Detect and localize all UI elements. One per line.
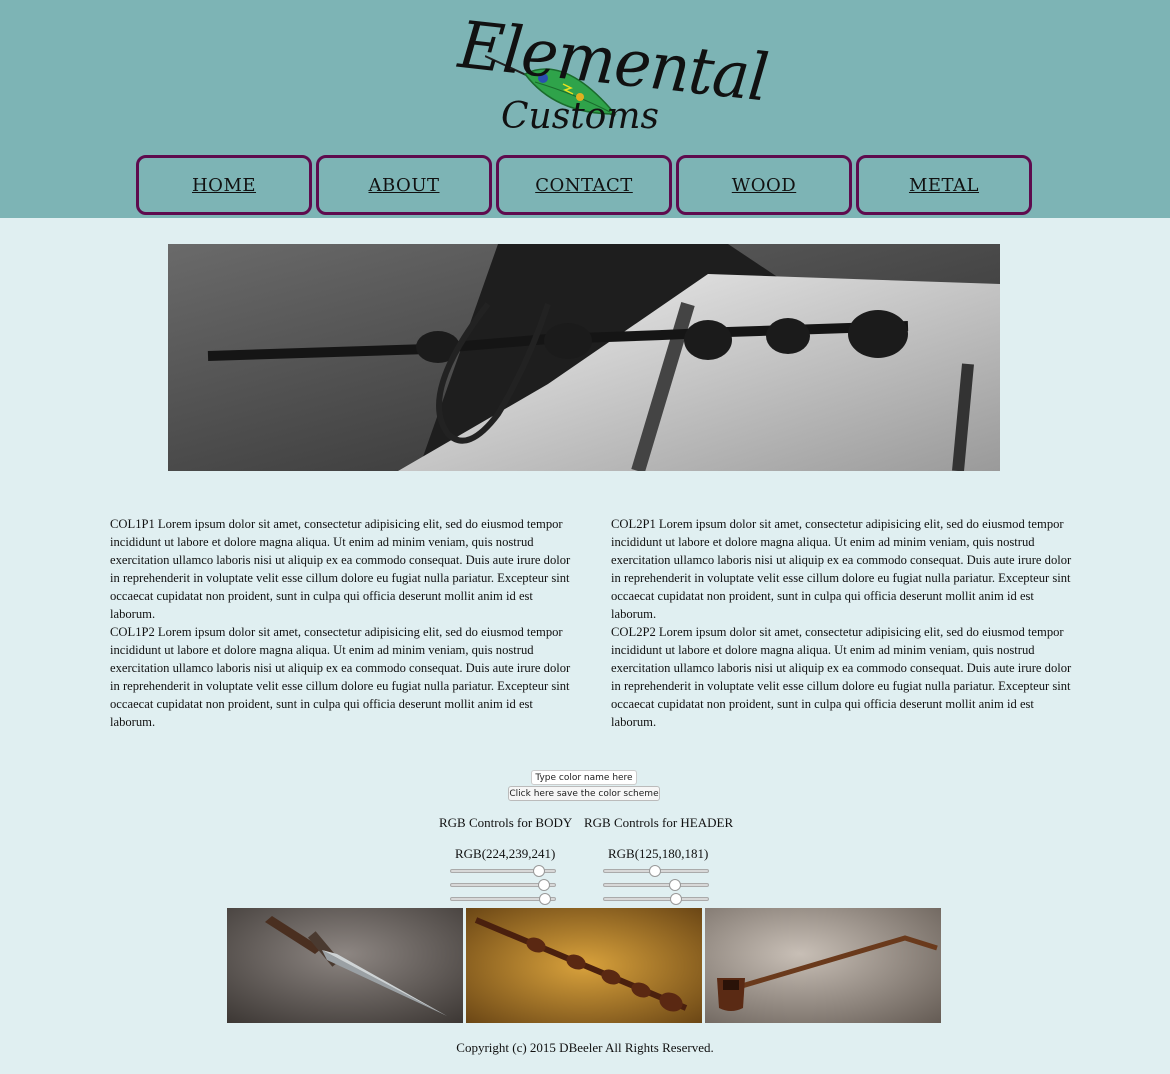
- body-green-slider[interactable]: [450, 879, 556, 891]
- nav-home[interactable]: HOME: [136, 155, 312, 215]
- slider-thumb[interactable]: [669, 879, 682, 891]
- nav-about-label[interactable]: ABOUT: [369, 175, 440, 196]
- body-blue-slider[interactable]: [450, 893, 556, 905]
- main-nav: HOME ABOUT CONTACT WOOD METAL: [136, 155, 1034, 215]
- gallery-item-wand[interactable]: [466, 908, 702, 1023]
- nav-contact-label[interactable]: CONTACT: [535, 175, 633, 196]
- header-blue-slider[interactable]: [603, 893, 709, 905]
- nav-metal[interactable]: METAL: [856, 155, 1032, 215]
- pipe-photo: [705, 908, 941, 1023]
- col1-paragraph-2: COL1P2 Lorem ipsum dolor sit amet, conse…: [110, 625, 571, 729]
- column-2: COL2P1 Lorem ipsum dolor sit amet, conse…: [611, 515, 1081, 731]
- gallery-item-knife[interactable]: [227, 908, 463, 1023]
- slider-track: [603, 897, 709, 901]
- site-header: Elemental Customs HOME ABOUT CONTACT WOO…: [0, 0, 1170, 218]
- column-1: COL1P1 Lorem ipsum dolor sit amet, conse…: [110, 515, 580, 731]
- header-rgb-label: RGB(125,180,181): [608, 846, 709, 861]
- product-gallery: [227, 908, 941, 1023]
- slider-thumb[interactable]: [649, 865, 662, 877]
- slider-thumb[interactable]: [538, 879, 551, 891]
- slider-thumb[interactable]: [538, 893, 551, 905]
- nav-wood[interactable]: WOOD: [676, 155, 852, 215]
- footer-copyright: Copyright (c) 2015 DBeeler All Rights Re…: [456, 1040, 714, 1055]
- col2-paragraph-2: COL2P2 Lorem ipsum dolor sit amet, conse…: [611, 625, 1072, 729]
- nav-metal-label[interactable]: METAL: [909, 175, 979, 196]
- slider-thumb[interactable]: [669, 893, 682, 905]
- col1-paragraph-1: COL1P1 Lorem ipsum dolor sit amet, conse…: [110, 517, 571, 621]
- body-red-slider[interactable]: [450, 865, 556, 877]
- color-controls: Type color name here Click here save the…: [0, 770, 1170, 905]
- header-controls-heading: RGB Controls for HEADER: [584, 815, 734, 830]
- hero-image: [168, 244, 1000, 471]
- logo-text-line2: Customs: [501, 96, 659, 137]
- color-name-input[interactable]: Type color name here: [531, 770, 637, 785]
- save-color-scheme-button[interactable]: Click here save the color scheme: [508, 786, 660, 801]
- nav-wood-label[interactable]: WOOD: [732, 175, 796, 196]
- body-controls-heading: RGB Controls for BODY: [439, 815, 573, 830]
- header-green-slider[interactable]: [603, 879, 709, 891]
- slider-track: [603, 883, 709, 887]
- logo[interactable]: Elemental Customs: [455, 4, 771, 144]
- gallery-item-pipe[interactable]: [705, 908, 941, 1023]
- wand-on-book-photo: [168, 244, 1000, 471]
- nav-contact[interactable]: CONTACT: [496, 155, 672, 215]
- slider-thumb[interactable]: [532, 865, 545, 877]
- nav-about[interactable]: ABOUT: [316, 155, 492, 215]
- header-red-slider[interactable]: [603, 865, 709, 877]
- wand-photo: [466, 908, 702, 1023]
- knife-photo: [227, 908, 463, 1023]
- nav-home-label[interactable]: HOME: [192, 175, 256, 196]
- col2-paragraph-1: COL2P1 Lorem ipsum dolor sit amet, conse…: [611, 517, 1072, 621]
- body-rgb-label: RGB(224,239,241): [455, 846, 556, 861]
